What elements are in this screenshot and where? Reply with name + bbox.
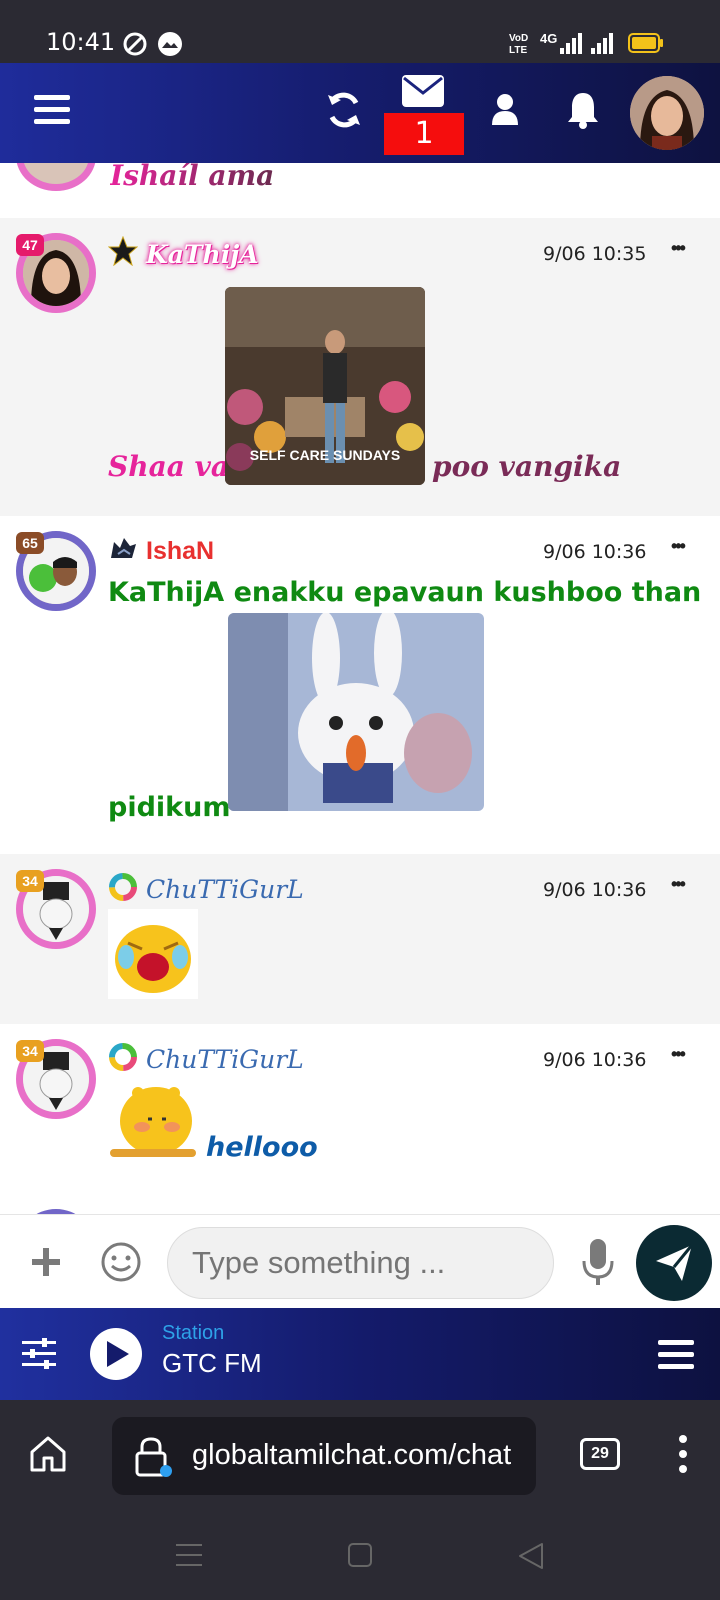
- address-bar[interactable]: globaltamilchat.com/chat: [112, 1417, 536, 1495]
- svg-text:VoD: VoD: [509, 33, 528, 44]
- play-button[interactable]: [90, 1328, 142, 1380]
- mail-badge[interactable]: 1: [384, 113, 464, 155]
- svg-text:LTE: LTE: [509, 45, 527, 55]
- more-options-icon[interactable]: •••: [671, 1044, 686, 1065]
- sticker-image[interactable]: [108, 1079, 198, 1164]
- send-button[interactable]: [636, 1225, 712, 1301]
- chat-message: 47 KaThijA 9/06 10:35 ••• Shaa va SELF C…: [0, 218, 720, 516]
- more-options-icon[interactable]: •••: [671, 238, 686, 259]
- ring-rank-icon: [109, 1043, 137, 1071]
- message-text: Shaa va: [108, 450, 230, 483]
- menu-icon[interactable]: [34, 95, 70, 125]
- username[interactable]: KaThijA: [146, 240, 259, 269]
- app-header: 1: [0, 63, 720, 163]
- home-icon[interactable]: [28, 1434, 68, 1474]
- message-text: hellooo: [206, 1132, 318, 1163]
- station-name: GTC FM: [162, 1348, 262, 1378]
- player-menu-icon[interactable]: [658, 1340, 694, 1370]
- message-input[interactable]: [167, 1227, 554, 1299]
- gif-caption: SELF CARE SUNDAYS: [249, 447, 401, 463]
- home-nav-icon[interactable]: [348, 1543, 372, 1567]
- message-text: KaThijA enakku epavaun kushboo than: [108, 577, 702, 608]
- message-text: poo vangika: [432, 450, 622, 483]
- chat-message: 34 ChuTTiGurL 9/06 10:36 ••• hellooo: [0, 1024, 720, 1194]
- url-text[interactable]: globaltamilchat.com/chat: [192, 1439, 532, 1472]
- tab-count-button[interactable]: 29: [580, 1438, 620, 1470]
- signal-1-icon: [560, 33, 582, 54]
- status-bar: 10:41 VoD LTE 4G: [0, 0, 720, 63]
- mail-icon[interactable]: [402, 75, 444, 107]
- lock-icon[interactable]: [134, 1437, 172, 1477]
- sticker-image[interactable]: [108, 909, 198, 999]
- username[interactable]: ChuTTiGurL: [146, 875, 304, 904]
- chat-feed[interactable]: Ishaíl ama 47 KaThijA 9/06 10:35 ••• Sha…: [0, 163, 720, 1214]
- play-icon: [107, 1341, 129, 1367]
- refresh-icon[interactable]: [324, 89, 364, 131]
- gif-image[interactable]: [228, 613, 484, 811]
- equalizer-icon[interactable]: [22, 1338, 56, 1370]
- status-time: 10:41: [46, 28, 116, 56]
- timestamp: 9/06 10:36: [543, 1049, 647, 1071]
- timestamp: 9/06 10:36: [543, 879, 647, 901]
- level-badge: 47: [16, 234, 44, 256]
- chat-message: [0, 1194, 720, 1214]
- timestamp: 9/06 10:35: [543, 243, 647, 265]
- add-icon[interactable]: [32, 1248, 60, 1276]
- username[interactable]: IshaN: [146, 537, 214, 566]
- message-text: pidikum: [108, 792, 231, 823]
- volte-icon: VoD LTE: [509, 33, 528, 55]
- timestamp: 9/06 10:36: [543, 541, 647, 563]
- battery-icon: [628, 33, 663, 53]
- overflow-menu-icon[interactable]: [678, 1434, 688, 1474]
- level-badge: 65: [16, 532, 44, 554]
- bell-icon[interactable]: [566, 91, 600, 129]
- user-icon[interactable]: [490, 93, 520, 125]
- recents-icon[interactable]: [176, 1544, 202, 1566]
- level-badge: 34: [16, 870, 44, 892]
- chat-message: Ishaíl ama: [0, 163, 720, 218]
- chat-message: 65 IshaN 9/06 10:36 ••• KaThijA enakku e…: [0, 516, 720, 854]
- star-rank-icon: [108, 236, 138, 266]
- username[interactable]: ChuTTiGurL: [146, 1045, 304, 1074]
- network-type: 4G: [540, 31, 558, 46]
- user-avatar[interactable]: [16, 163, 96, 191]
- more-options-icon[interactable]: •••: [671, 536, 686, 557]
- signal-2-icon: [591, 33, 613, 54]
- gallery-icon: [158, 32, 182, 56]
- wolf-rank-icon: [111, 538, 136, 558]
- send-icon: [656, 1244, 694, 1281]
- microphone-icon[interactable]: [582, 1239, 614, 1287]
- message-composer: [0, 1214, 720, 1308]
- browser-toolbar: globaltamilchat.com/chat 29: [0, 1400, 720, 1510]
- radio-player: Station GTC FM: [0, 1308, 720, 1400]
- chat-message: 34 ChuTTiGurL 9/06 10:36 •••: [0, 854, 720, 1024]
- data-saver-icon: [123, 32, 147, 56]
- system-nav-bar: [0, 1510, 720, 1600]
- station-label: Station: [162, 1322, 225, 1344]
- emoji-icon[interactable]: [100, 1241, 142, 1283]
- profile-avatar[interactable]: [630, 76, 704, 150]
- back-icon[interactable]: [518, 1542, 544, 1570]
- level-badge: 34: [16, 1040, 44, 1062]
- ring-rank-icon: [109, 873, 137, 901]
- more-options-icon[interactable]: •••: [671, 874, 686, 895]
- message-text: Ishaíl ama: [110, 163, 274, 192]
- gif-image[interactable]: SELF CARE SUNDAYS: [225, 287, 425, 485]
